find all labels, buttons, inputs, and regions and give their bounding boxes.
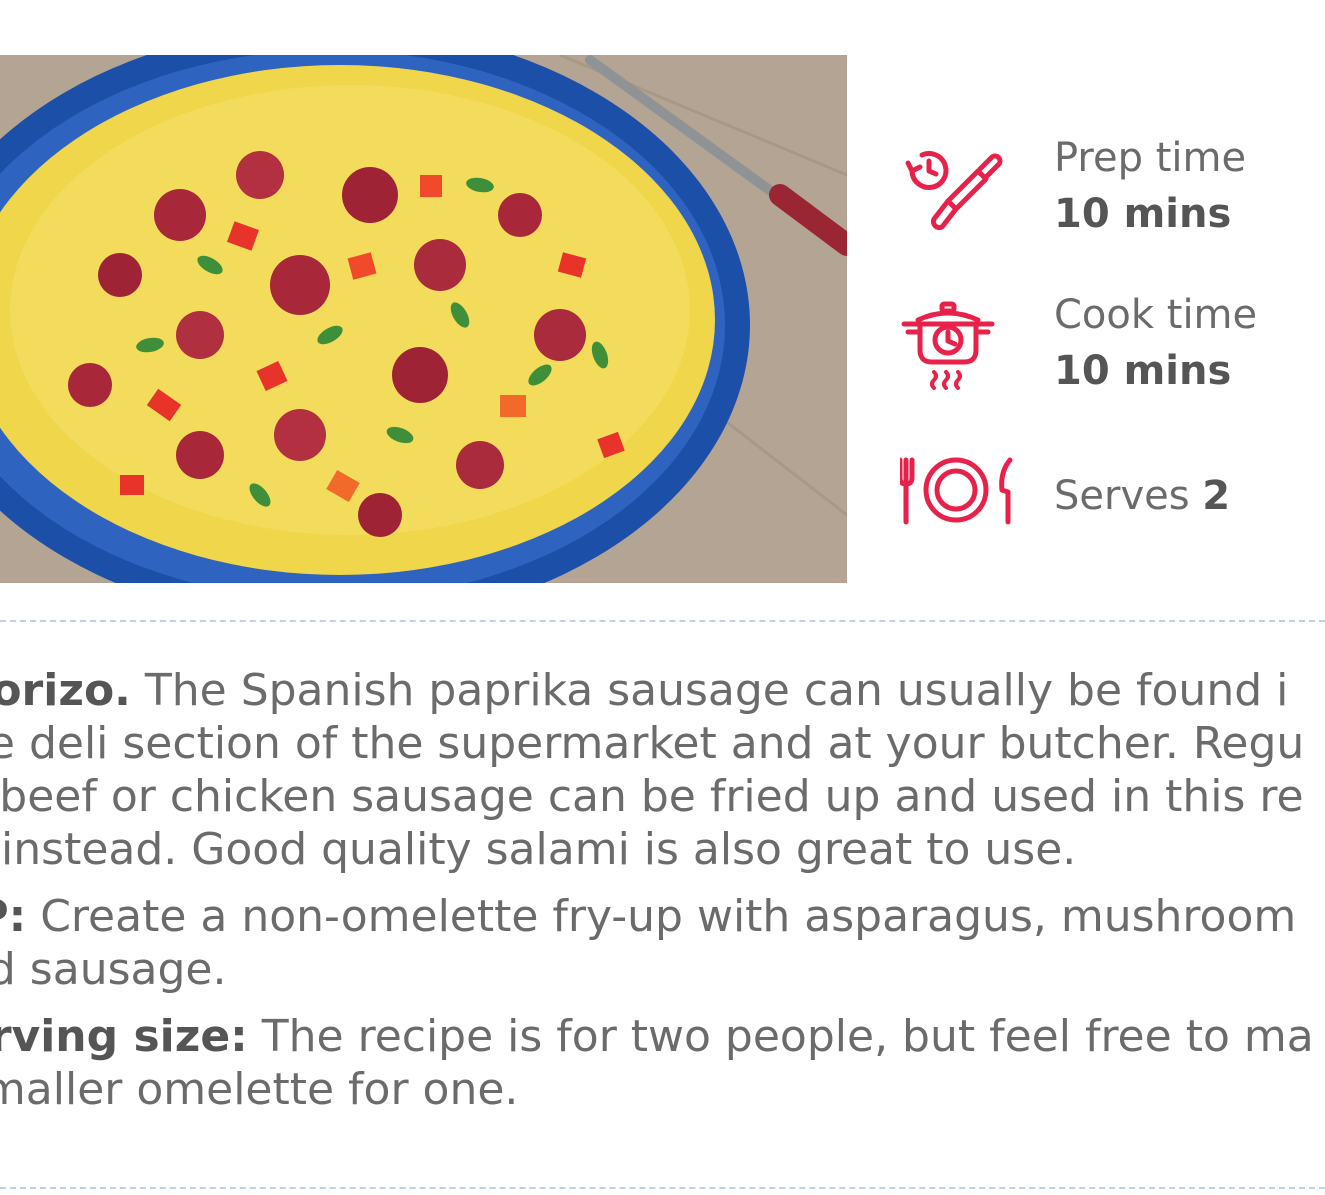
cook-time-value: 10 mins bbox=[1054, 348, 1232, 394]
note-chorizo: horizo. The Spanish paprika sausage can … bbox=[0, 665, 1305, 875]
divider-bottom bbox=[0, 1187, 1325, 1189]
divider-top bbox=[0, 620, 1325, 622]
cook-time-label: Cook time bbox=[1054, 292, 1258, 338]
note-serving-size: erving size: The recipe is for two peopl… bbox=[0, 1011, 1314, 1115]
prep-time-value: 10 mins bbox=[1054, 191, 1232, 237]
recipe-notes: horizo. The Spanish paprika sausage can … bbox=[0, 664, 1325, 1130]
note-tip: IP: Create a non-omelette fry-up with as… bbox=[0, 891, 1297, 995]
prep-time-label: Prep time bbox=[1054, 135, 1247, 181]
cooking-pot-timer-icon bbox=[900, 300, 1018, 390]
recipe-page: Prep time 10 mins Cook time 10 mins Serv… bbox=[0, 0, 1325, 1195]
recipe-photo bbox=[0, 55, 847, 583]
prep-knife-clock-icon bbox=[900, 143, 1018, 233]
plate-cutlery-icon bbox=[897, 456, 1018, 546]
serves-text: Serves 2 bbox=[1054, 473, 1231, 519]
